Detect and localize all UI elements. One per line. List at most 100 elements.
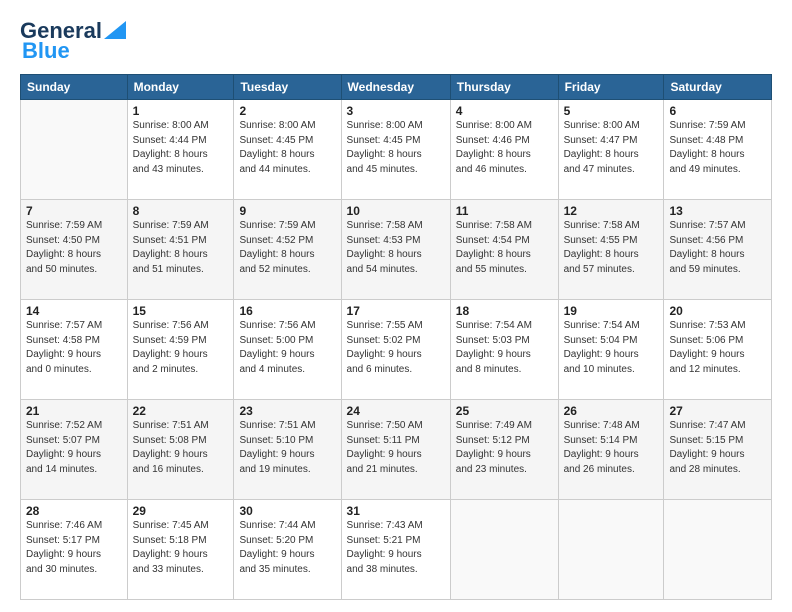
day-info: Sunrise: 7:54 AM Sunset: 5:04 PM Dayligh… [564,319,659,377]
calendar-cell: 20Sunrise: 7:53 AM Sunset: 5:06 PM Dayli… [664,300,772,400]
day-number: 28 [26,504,122,518]
day-info: Sunrise: 7:56 AM Sunset: 5:00 PM Dayligh… [239,319,335,377]
calendar-week-row: 21Sunrise: 7:52 AM Sunset: 5:07 PM Dayli… [21,400,772,500]
day-number: 13 [669,204,766,218]
day-number: 1 [133,104,229,118]
calendar-cell: 28Sunrise: 7:46 AM Sunset: 5:17 PM Dayli… [21,500,128,600]
day-info: Sunrise: 8:00 AM Sunset: 4:45 PM Dayligh… [239,119,335,177]
day-number: 26 [564,404,659,418]
day-number: 5 [564,104,659,118]
day-info: Sunrise: 7:48 AM Sunset: 5:14 PM Dayligh… [564,419,659,477]
day-number: 23 [239,404,335,418]
calendar-cell: 7Sunrise: 7:59 AM Sunset: 4:50 PM Daylig… [21,200,128,300]
calendar-cell: 17Sunrise: 7:55 AM Sunset: 5:02 PM Dayli… [341,300,450,400]
calendar-cell [21,100,128,200]
day-number: 12 [564,204,659,218]
calendar-cell: 18Sunrise: 7:54 AM Sunset: 5:03 PM Dayli… [450,300,558,400]
day-number: 14 [26,304,122,318]
calendar-cell: 8Sunrise: 7:59 AM Sunset: 4:51 PM Daylig… [127,200,234,300]
day-info: Sunrise: 7:49 AM Sunset: 5:12 PM Dayligh… [456,419,553,477]
day-info: Sunrise: 7:59 AM Sunset: 4:48 PM Dayligh… [669,119,766,177]
day-info: Sunrise: 7:44 AM Sunset: 5:20 PM Dayligh… [239,519,335,577]
weekday-header-sunday: Sunday [21,75,128,100]
calendar-cell: 24Sunrise: 7:50 AM Sunset: 5:11 PM Dayli… [341,400,450,500]
day-info: Sunrise: 7:45 AM Sunset: 5:18 PM Dayligh… [133,519,229,577]
day-info: Sunrise: 7:57 AM Sunset: 4:56 PM Dayligh… [669,219,766,277]
day-number: 2 [239,104,335,118]
day-info: Sunrise: 8:00 AM Sunset: 4:44 PM Dayligh… [133,119,229,177]
weekday-header-saturday: Saturday [664,75,772,100]
day-info: Sunrise: 7:51 AM Sunset: 5:08 PM Dayligh… [133,419,229,477]
calendar-cell: 21Sunrise: 7:52 AM Sunset: 5:07 PM Dayli… [21,400,128,500]
weekday-header-tuesday: Tuesday [234,75,341,100]
day-number: 20 [669,304,766,318]
logo-blue: Blue [22,38,70,64]
day-info: Sunrise: 7:58 AM Sunset: 4:53 PM Dayligh… [347,219,445,277]
calendar-cell: 12Sunrise: 7:58 AM Sunset: 4:55 PM Dayli… [558,200,664,300]
day-info: Sunrise: 7:50 AM Sunset: 5:11 PM Dayligh… [347,419,445,477]
day-number: 15 [133,304,229,318]
calendar-page: General Blue SundayMondayTuesdayWednesda… [0,0,792,612]
calendar-cell [558,500,664,600]
day-number: 3 [347,104,445,118]
day-number: 10 [347,204,445,218]
weekday-header-thursday: Thursday [450,75,558,100]
calendar-cell: 11Sunrise: 7:58 AM Sunset: 4:54 PM Dayli… [450,200,558,300]
calendar-cell: 26Sunrise: 7:48 AM Sunset: 5:14 PM Dayli… [558,400,664,500]
day-info: Sunrise: 7:46 AM Sunset: 5:17 PM Dayligh… [26,519,122,577]
day-info: Sunrise: 7:55 AM Sunset: 5:02 PM Dayligh… [347,319,445,377]
day-info: Sunrise: 7:51 AM Sunset: 5:10 PM Dayligh… [239,419,335,477]
day-info: Sunrise: 7:57 AM Sunset: 4:58 PM Dayligh… [26,319,122,377]
calendar-cell: 1Sunrise: 8:00 AM Sunset: 4:44 PM Daylig… [127,100,234,200]
calendar-cell: 16Sunrise: 7:56 AM Sunset: 5:00 PM Dayli… [234,300,341,400]
calendar-week-row: 7Sunrise: 7:59 AM Sunset: 4:50 PM Daylig… [21,200,772,300]
day-number: 11 [456,204,553,218]
calendar-cell: 15Sunrise: 7:56 AM Sunset: 4:59 PM Dayli… [127,300,234,400]
day-info: Sunrise: 7:47 AM Sunset: 5:15 PM Dayligh… [669,419,766,477]
calendar-cell: 5Sunrise: 8:00 AM Sunset: 4:47 PM Daylig… [558,100,664,200]
day-info: Sunrise: 7:59 AM Sunset: 4:52 PM Dayligh… [239,219,335,277]
day-info: Sunrise: 7:58 AM Sunset: 4:55 PM Dayligh… [564,219,659,277]
calendar-cell: 10Sunrise: 7:58 AM Sunset: 4:53 PM Dayli… [341,200,450,300]
day-info: Sunrise: 7:59 AM Sunset: 4:50 PM Dayligh… [26,219,122,277]
calendar-cell: 25Sunrise: 7:49 AM Sunset: 5:12 PM Dayli… [450,400,558,500]
calendar-cell: 27Sunrise: 7:47 AM Sunset: 5:15 PM Dayli… [664,400,772,500]
logo: General Blue [20,18,126,64]
day-info: Sunrise: 8:00 AM Sunset: 4:47 PM Dayligh… [564,119,659,177]
weekday-header-monday: Monday [127,75,234,100]
day-info: Sunrise: 7:43 AM Sunset: 5:21 PM Dayligh… [347,519,445,577]
calendar-cell: 6Sunrise: 7:59 AM Sunset: 4:48 PM Daylig… [664,100,772,200]
calendar-cell [450,500,558,600]
calendar-cell: 22Sunrise: 7:51 AM Sunset: 5:08 PM Dayli… [127,400,234,500]
calendar-week-row: 28Sunrise: 7:46 AM Sunset: 5:17 PM Dayli… [21,500,772,600]
calendar-cell: 4Sunrise: 8:00 AM Sunset: 4:46 PM Daylig… [450,100,558,200]
calendar-table: SundayMondayTuesdayWednesdayThursdayFrid… [20,74,772,600]
day-info: Sunrise: 7:53 AM Sunset: 5:06 PM Dayligh… [669,319,766,377]
day-number: 7 [26,204,122,218]
day-number: 29 [133,504,229,518]
weekday-header-wednesday: Wednesday [341,75,450,100]
calendar-cell [664,500,772,600]
weekday-header-friday: Friday [558,75,664,100]
day-info: Sunrise: 8:00 AM Sunset: 4:46 PM Dayligh… [456,119,553,177]
header: General Blue [20,18,772,64]
calendar-cell: 14Sunrise: 7:57 AM Sunset: 4:58 PM Dayli… [21,300,128,400]
day-info: Sunrise: 8:00 AM Sunset: 4:45 PM Dayligh… [347,119,445,177]
day-info: Sunrise: 7:52 AM Sunset: 5:07 PM Dayligh… [26,419,122,477]
day-number: 31 [347,504,445,518]
calendar-cell: 3Sunrise: 8:00 AM Sunset: 4:45 PM Daylig… [341,100,450,200]
day-number: 22 [133,404,229,418]
calendar-cell: 31Sunrise: 7:43 AM Sunset: 5:21 PM Dayli… [341,500,450,600]
day-info: Sunrise: 7:59 AM Sunset: 4:51 PM Dayligh… [133,219,229,277]
day-number: 8 [133,204,229,218]
day-number: 25 [456,404,553,418]
day-info: Sunrise: 7:54 AM Sunset: 5:03 PM Dayligh… [456,319,553,377]
day-number: 21 [26,404,122,418]
logo-arrow-icon [104,21,126,39]
day-info: Sunrise: 7:56 AM Sunset: 4:59 PM Dayligh… [133,319,229,377]
day-number: 24 [347,404,445,418]
day-number: 4 [456,104,553,118]
calendar-week-row: 1Sunrise: 8:00 AM Sunset: 4:44 PM Daylig… [21,100,772,200]
calendar-cell: 23Sunrise: 7:51 AM Sunset: 5:10 PM Dayli… [234,400,341,500]
day-number: 27 [669,404,766,418]
